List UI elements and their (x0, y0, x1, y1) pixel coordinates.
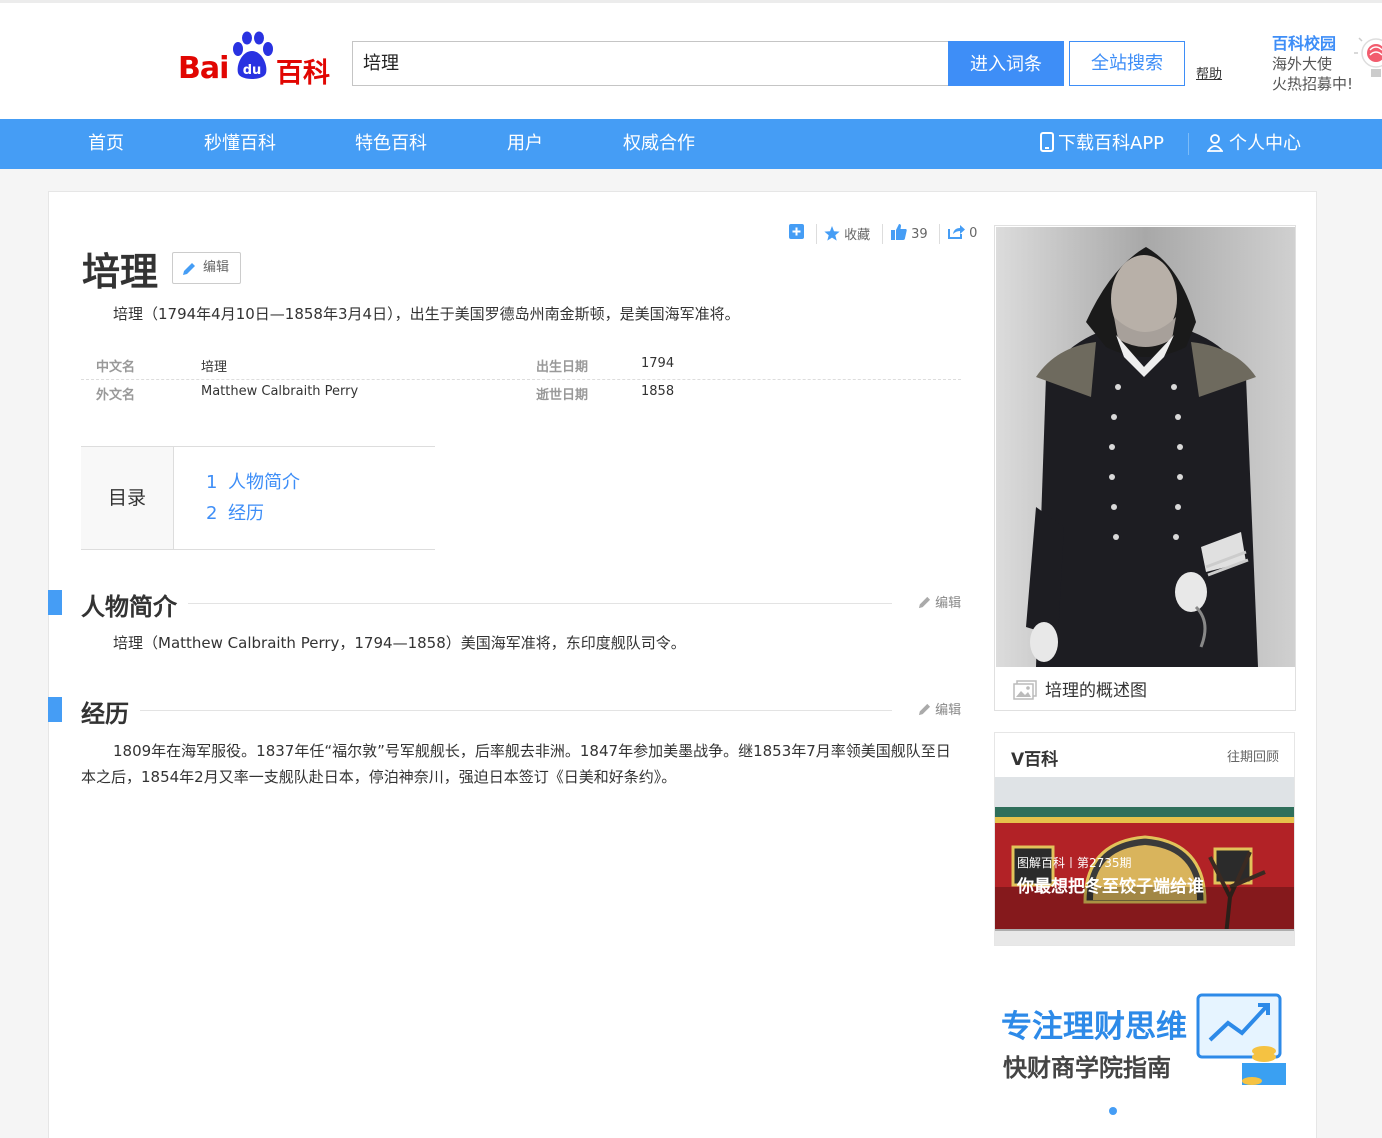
toc-item-number: 1 (206, 472, 218, 493)
portrait-photo[interactable] (996, 227, 1295, 667)
help-link[interactable]: 帮助 (1196, 63, 1222, 82)
section-text-profile: 培理（Matthew Calbraith Perry，1794—1858）美国海… (113, 634, 686, 652)
infobox-val-birth: 1794 (641, 356, 675, 371)
section-rule (140, 710, 892, 711)
nav-home[interactable]: 首页 (88, 119, 124, 169)
section-edit-experience[interactable]: 编辑 (918, 699, 961, 718)
logo-du-text: du (243, 63, 262, 78)
collect-label: 收藏 (844, 228, 871, 243)
photo-caption[interactable]: 培理的概述图 (1013, 676, 1147, 701)
table-of-contents: 目录 1 人物简介 2 经历 (81, 446, 435, 550)
like-button[interactable]: 39 (891, 224, 928, 244)
nav-separator (1188, 133, 1189, 155)
photo-caption-text: 培理的概述图 (1045, 681, 1147, 701)
tool-separator (939, 224, 940, 244)
infobox-divider (81, 379, 961, 380)
main-nav: 首页 秒懂百科 特色百科 用户 权威合作 下载百科APP 个人中心 (0, 119, 1382, 169)
infobox-val-foreign-name: Matthew Calbraith Perry (201, 384, 359, 399)
section-marker (48, 697, 62, 722)
toc-item-label: 经历 (228, 503, 264, 524)
collect-button[interactable]: 收藏 (824, 224, 870, 244)
section-rule (188, 603, 892, 604)
vbaike-caption: 你最想把冬至饺子端给谁 (1017, 877, 1204, 897)
nav-authority[interactable]: 权威合作 (623, 119, 695, 169)
infobox-key-birth: 出生日期 (536, 360, 589, 375)
site-search-button[interactable]: 全站搜索 (1069, 41, 1185, 86)
share-button[interactable]: 0 (948, 224, 977, 244)
section-title-profile: 人物简介 (81, 593, 177, 621)
personal-center-label: 个人中心 (1229, 133, 1301, 154)
vbaike-banner[interactable]: 图解百科丨第2735期 你最想把冬至饺子端给谁 (995, 777, 1294, 945)
infobox-key-chinese-name: 中文名 (96, 360, 136, 375)
star-icon (824, 226, 840, 241)
toc-item-profile[interactable]: 1 人物简介 (206, 468, 300, 494)
search-input[interactable]: 培理 (352, 41, 949, 86)
infobox-val-chinese-name: 培理 (201, 360, 228, 375)
portrait-illustration (996, 227, 1295, 667)
logo-baike-text: 百科 (276, 58, 330, 89)
tool-separator (882, 224, 883, 244)
vbaike-title: V百科 (1011, 750, 1059, 770)
phone-icon (1040, 132, 1054, 152)
summary-image-card[interactable]: 培理的概述图 (994, 225, 1296, 711)
ad-subline: 快财商学院指南 (1003, 1054, 1171, 1082)
thumbs-up-icon (891, 224, 907, 240)
enter-entry-button[interactable]: 进入词条 (948, 41, 1064, 86)
tool-separator (816, 224, 817, 244)
section-title-experience: 经历 (81, 700, 129, 728)
summary-text: 培理（1794年4月10日—1858年3月4日），出生于美国罗德岛州南金斯顿，是… (113, 305, 740, 323)
nav-users[interactable]: 用户 (507, 119, 543, 169)
campus-banner[interactable]: 百科校园 海外大使 火热招募中! (1272, 33, 1382, 94)
logo-bai-text: Bai (178, 51, 229, 86)
page-title: 培理 (82, 250, 159, 294)
edit-entry-label: 编辑 (203, 260, 230, 275)
download-app-label: 下载百科APP (1058, 133, 1165, 154)
infobox-key-death: 逝世日期 (536, 388, 589, 403)
pencil-icon (918, 703, 931, 716)
baidu-baike-logo[interactable]: Bai du 百科 (178, 31, 338, 89)
gallery-icon (1013, 680, 1037, 700)
toc-heading: 目录 (81, 447, 174, 549)
share-count: 0 (969, 226, 978, 241)
section-marker (48, 590, 62, 615)
vbaike-card: V百科 往期回顾 图解百科丨第2735期 你最想把冬至饺子端给谁 (994, 732, 1295, 946)
section-text-experience: 1809年在海军服役。1837年任“福尔敦”号军舰舰长，后率舰去非洲。1847年… (81, 742, 951, 786)
top-header: Bai du 百科 培理 进入词条 全站搜索 帮助 百科校园 海外大使 火热招募… (0, 0, 1382, 119)
share-icon (948, 225, 965, 239)
add-square-icon (789, 224, 804, 239)
brain-bulb-icon (1354, 37, 1382, 77)
ad-banner[interactable]: 专注理财思维 快财商学院指南 (994, 985, 1295, 1100)
nav-featured[interactable]: 特色百科 (355, 119, 427, 169)
nav-personal-center[interactable]: 个人中心 (1206, 119, 1301, 169)
infobox-val-death: 1858 (641, 384, 675, 399)
pencil-icon (183, 263, 195, 275)
like-count: 39 (911, 227, 928, 242)
toc-item-label: 人物简介 (228, 472, 300, 493)
section-edit-label: 编辑 (935, 596, 962, 611)
nav-miaodong[interactable]: 秒懂百科 (204, 119, 276, 169)
infobox-key-foreign-name: 外文名 (96, 388, 136, 403)
edit-entry-button[interactable]: 编辑 (172, 252, 241, 284)
section-edit-profile[interactable]: 编辑 (918, 592, 961, 611)
vbaike-more-link[interactable]: 往期回顾 (1227, 746, 1279, 765)
vbaike-tag: 图解百科丨第2735期 (1017, 856, 1132, 870)
pencil-icon (918, 596, 931, 609)
add-entry-tool[interactable] (789, 224, 804, 244)
toc-item-number: 2 (206, 503, 218, 524)
baidu-paw-icon: du (233, 31, 273, 79)
carousel-dot[interactable] (1109, 1107, 1117, 1115)
ad-headline: 专注理财思维 (1001, 1009, 1187, 1045)
user-icon (1206, 134, 1224, 152)
chart-board-icon (1196, 993, 1286, 1085)
nav-download-app[interactable]: 下载百科APP (1040, 119, 1164, 169)
section-edit-label: 编辑 (935, 703, 962, 718)
toc-item-experience[interactable]: 2 经历 (206, 499, 264, 525)
